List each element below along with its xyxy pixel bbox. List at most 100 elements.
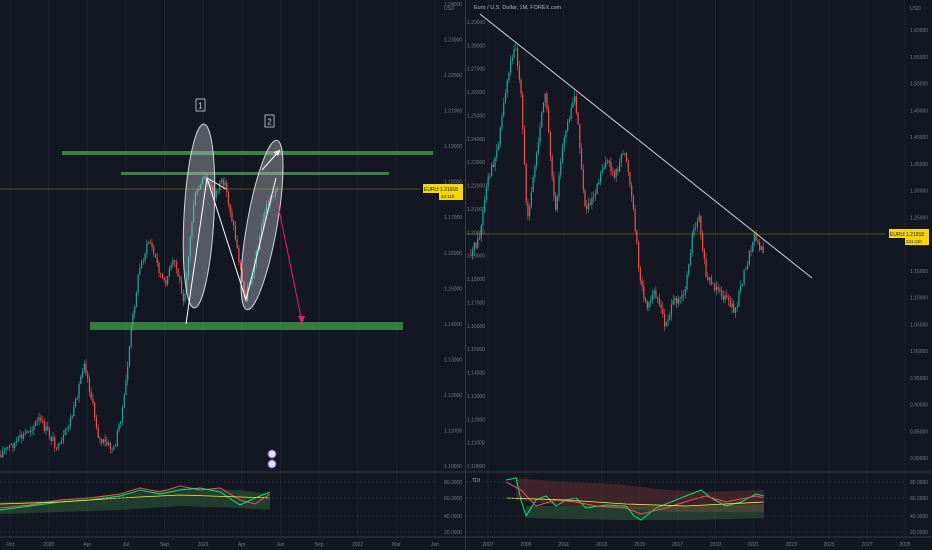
candle: [577, 112, 579, 125]
candle: [658, 298, 660, 305]
candle: [0, 455, 2, 458]
left-axis-tick-label: 1.17000: [467, 300, 485, 306]
candle: [513, 48, 515, 58]
candle: [734, 307, 737, 313]
candle: [68, 426, 70, 429]
candle: [641, 280, 643, 287]
resistance-band-lower[interactable]: [121, 172, 389, 175]
candle: [52, 437, 54, 442]
price-tag-value: 1.21918: [906, 232, 924, 238]
candle: [107, 443, 110, 445]
price-tick-label: 1.22000: [444, 73, 462, 79]
price-tick-label: 1.23000: [444, 38, 462, 44]
candle: [95, 417, 98, 428]
candle: [757, 240, 759, 243]
candle: [651, 294, 654, 300]
candle: [527, 202, 529, 217]
candle: [41, 420, 44, 422]
candle: [222, 179, 224, 186]
event-marker-2[interactable]: [267, 459, 277, 469]
time-tick-label: 2022: [352, 542, 363, 548]
tdi-oscillator[interactable]: [0, 485, 271, 514]
left-axis-tick-label: 1.14000: [467, 371, 485, 377]
candle: [522, 93, 524, 130]
candle: [174, 260, 176, 262]
candle: [24, 432, 26, 434]
candle: [603, 167, 605, 170]
time-axis[interactable]: Oct 2020 Apr Jul Sep 2021 Apr Jun Sep 2022 Mar Jun: [6, 542, 439, 548]
candle: [753, 234, 756, 242]
candle: [88, 378, 91, 392]
time-axis[interactable]: 2007 2009 2011 2013 2015 2017 2019 2021 2023 2025…: [482, 542, 910, 548]
time-tick-label: 2009: [520, 542, 531, 548]
candle: [570, 107, 572, 119]
candle: [715, 287, 718, 291]
right-chart-pane[interactable]: Euro / U.S. Dollar, 1M, FOREX.com 1.2900…: [466, 0, 932, 550]
price-axis[interactable]: 1.240001.230001.220001.210001.190001.180…: [444, 2, 462, 470]
candle: [36, 420, 38, 422]
price-tick-label: 1.35000: [910, 162, 928, 168]
candle: [705, 258, 707, 277]
candle: [587, 203, 590, 209]
candle: [638, 242, 640, 269]
event-marker-1[interactable]: [267, 449, 277, 459]
candle: [639, 268, 641, 281]
resistance-band-upper[interactable]: [62, 151, 433, 155]
time-tick-label: Jun: [276, 542, 284, 548]
price-tick-label: 0.95000: [910, 376, 928, 382]
candle: [599, 172, 602, 183]
candle: [40, 417, 42, 421]
candle: [484, 200, 486, 212]
candle: [620, 154, 622, 163]
candle: [582, 169, 584, 191]
candle: [14, 442, 16, 448]
candle: [179, 276, 181, 281]
candle: [670, 304, 673, 316]
candle: [140, 260, 143, 269]
candle: [28, 431, 30, 433]
candle: [525, 164, 527, 203]
tdi-oscillator[interactable]: [505, 477, 765, 521]
candle: [87, 373, 89, 379]
candle: [38, 417, 40, 421]
price-tick-label: 0.80000: [910, 456, 928, 462]
candle: [672, 300, 674, 305]
candle: [482, 211, 484, 226]
candle: [688, 264, 690, 275]
candle: [516, 48, 519, 66]
candle: [233, 221, 235, 226]
candle: [567, 121, 569, 131]
time-tick-label: 2020: [43, 542, 54, 548]
annotation-1: 1: [198, 102, 203, 111]
descending-trendline[interactable]: [479, 13, 813, 279]
left-axis-tick-label: 1.16000: [467, 324, 485, 330]
candle: [740, 285, 742, 292]
candle: [743, 270, 745, 284]
candle: [719, 288, 721, 291]
price-tick-label: 1.30000: [910, 189, 928, 195]
candle: [529, 206, 531, 217]
candle: [231, 212, 233, 222]
candle: [101, 438, 103, 443]
eurusd-daily-chart[interactable]: 1 2 1.240001.230001.220001.210001.190001…: [0, 0, 466, 550]
left-chart-pane[interactable]: 1 2 1.24000 1.23000 1.22000 1.21000 1.19000 1…: [0, 0, 466, 550]
price-tick-label: 1.60000: [910, 28, 928, 34]
candle: [667, 319, 669, 323]
candle: [146, 243, 148, 254]
candle: [755, 234, 757, 241]
candle: [33, 426, 35, 431]
candle: [731, 303, 733, 308]
time-tick-label: 2023: [786, 542, 797, 548]
candle: [662, 308, 664, 315]
eurusd-monthly-chart[interactable]: Euro / U.S. Dollar, 1M, FOREX.com 1.2900…: [466, 0, 932, 550]
candle: [684, 289, 686, 295]
candle: [584, 190, 586, 206]
candle: [114, 446, 117, 447]
candle: [118, 424, 120, 431]
candle: [45, 426, 47, 431]
price-tick-label: 1.19000: [444, 144, 462, 150]
candle: [532, 177, 534, 192]
candle: [12, 444, 14, 448]
support-zone[interactable]: [90, 322, 403, 330]
candle: [544, 93, 546, 103]
